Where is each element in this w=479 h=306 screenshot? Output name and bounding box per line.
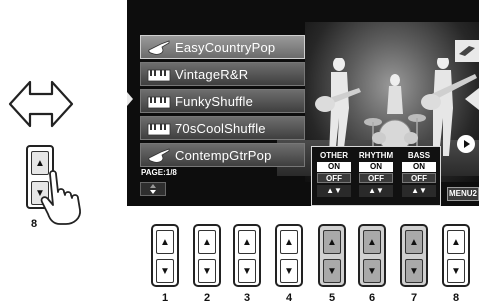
down-arrow-button[interactable]: ▼ [447, 259, 465, 283]
up-arrow-button[interactable]: ▲ [280, 230, 298, 254]
voice-item-4[interactable]: 70sCoolShuffle [140, 116, 305, 140]
up-arrow-button[interactable]: ▲ [447, 230, 465, 254]
voice-item-1[interactable]: EasyCountryPop [140, 35, 305, 59]
menu2-tab[interactable]: MENU2 [447, 187, 479, 201]
down-arrow-button[interactable]: ▼ [280, 259, 298, 283]
button-number: 1 [161, 292, 169, 304]
panel-button-3[interactable]: ▲ ▼ [233, 224, 261, 287]
voice-item-2[interactable]: VintageR&R [140, 62, 305, 86]
piano-voice-icon [147, 96, 171, 109]
button-number: 2 [203, 292, 211, 304]
guitar-voice-icon [148, 148, 170, 163]
up-arrow-button[interactable]: ▲ [323, 230, 341, 254]
voice-list: EasyCountryPop VintageR&R FunkyShuffle 7… [140, 35, 305, 170]
piano-voice-icon [147, 123, 171, 136]
button-number: 3 [243, 292, 251, 304]
voice-item-label: 70sCoolShuffle [175, 120, 266, 136]
part-off-toggle[interactable]: OFF [359, 173, 393, 183]
part-rhythm[interactable]: RHYTHM ON OFF ▲▼ [357, 151, 395, 197]
panel-button-2[interactable]: ▲ ▼ [193, 224, 221, 287]
play-button[interactable] [457, 135, 475, 153]
voice-item-3[interactable]: FunkyShuffle [140, 89, 305, 113]
down-arrow-button[interactable]: ▼ [363, 259, 381, 283]
down-arrow-button[interactable]: ▼ [238, 259, 256, 283]
part-on-toggle[interactable]: ON [359, 162, 393, 172]
part-on-toggle[interactable]: ON [317, 162, 351, 172]
button-number: 5 [328, 292, 336, 304]
panel-button-8[interactable]: ▲ ▼ [442, 224, 470, 287]
panel-button-6[interactable]: ▲ ▼ [358, 224, 386, 287]
left-button-number: 8 [31, 218, 38, 230]
voice-item-label: VintageR&R [175, 66, 249, 82]
pressing-hand-icon [40, 170, 81, 225]
panel-button-4[interactable]: ▲ ▼ [275, 224, 303, 287]
part-off-toggle[interactable]: OFF [402, 173, 436, 183]
voice-item-5[interactable]: ContempGtrPop [140, 143, 305, 167]
display-screen: EasyCountryPop VintageR&R FunkyShuffle 7… [127, 0, 479, 206]
part-other[interactable]: OTHER ON OFF ▲▼ [315, 151, 353, 197]
part-on-toggle[interactable]: ON [402, 162, 436, 172]
button-number: 4 [285, 292, 293, 304]
down-arrow-button[interactable]: ▼ [405, 259, 423, 283]
button-number: 6 [368, 292, 376, 304]
part-off-toggle[interactable]: OFF [317, 173, 351, 183]
panel-button-1[interactable]: ▲ ▼ [151, 224, 179, 287]
page-scroll-button[interactable] [140, 182, 166, 196]
voice-item-label: EasyCountryPop [175, 39, 276, 55]
up-arrow-button[interactable]: ▲ [238, 230, 256, 254]
left-right-arrow-icon [8, 80, 74, 128]
up-arrow-button[interactable]: ▲ [405, 230, 423, 254]
list-pointer-icon [127, 92, 133, 106]
part-name: OTHER [320, 151, 348, 160]
up-arrow-button[interactable]: ▲ [363, 230, 381, 254]
up-arrow-button[interactable]: ▲ [198, 230, 216, 254]
down-arrow-button[interactable]: ▼ [323, 259, 341, 283]
band-image [315, 58, 477, 156]
part-bass[interactable]: BASS ON OFF ▲▼ [400, 151, 438, 197]
scroll-left-icon[interactable] [465, 88, 479, 110]
button-number: 8 [452, 292, 460, 304]
guitar-voice-icon [148, 40, 170, 55]
part-arrows: ▲▼ [317, 185, 351, 197]
page-indicator: PAGE:1/8 [141, 168, 177, 177]
keyboard-tab-icon[interactable] [455, 40, 479, 62]
part-toggle-panel: OTHER ON OFF ▲▼ RHYTHM ON OFF ▲▼ BASS ON… [311, 146, 441, 206]
play-icon [464, 140, 470, 148]
button-number: 7 [410, 292, 418, 304]
up-down-arrow-icon [150, 184, 156, 194]
piano-voice-icon [147, 69, 171, 82]
panel-button-5[interactable]: ▲ ▼ [318, 224, 346, 287]
voice-item-label: FunkyShuffle [175, 93, 254, 109]
panel-button-7[interactable]: ▲ ▼ [400, 224, 428, 287]
part-name: RHYTHM [358, 151, 394, 160]
up-arrow-button[interactable]: ▲ [156, 230, 174, 254]
down-arrow-button[interactable]: ▼ [156, 259, 174, 283]
part-name: BASS [407, 151, 431, 160]
voice-item-label: ContempGtrPop [175, 147, 272, 163]
part-arrows: ▲▼ [402, 185, 436, 197]
part-arrows: ▲▼ [359, 185, 393, 197]
down-arrow-button[interactable]: ▼ [198, 259, 216, 283]
